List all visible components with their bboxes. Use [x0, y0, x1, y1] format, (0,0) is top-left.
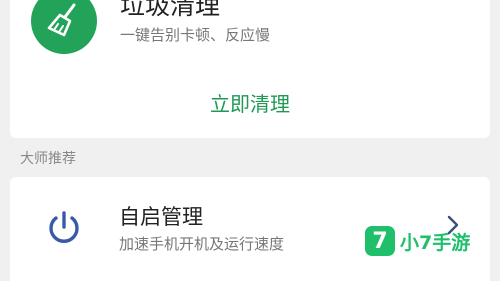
junk-clean-subtitle: 一键告别卡顿、反应慢	[120, 26, 271, 44]
watermark-logo: 7 小7手游	[365, 224, 470, 258]
broom-icon-glyph	[47, 3, 76, 37]
autostart-manage-subtitle: 加速手机开机及运行速度	[119, 235, 285, 253]
autostart-manage-title: 自启管理	[119, 205, 203, 229]
broom-icon[interactable]	[31, 0, 97, 54]
junk-clean-title: 垃圾清理	[120, 0, 221, 20]
clean-now-button[interactable]: 立即清理	[150, 86, 350, 122]
watermark-badge: 7	[365, 226, 395, 256]
junk-clean-card: 垃圾清理 一键告别卡顿、反应慢 立即清理	[10, 0, 490, 138]
power-icon	[49, 211, 79, 243]
watermark-text: 小7手游	[400, 231, 471, 254]
section-label-recommend: 大师推荐	[20, 151, 76, 167]
